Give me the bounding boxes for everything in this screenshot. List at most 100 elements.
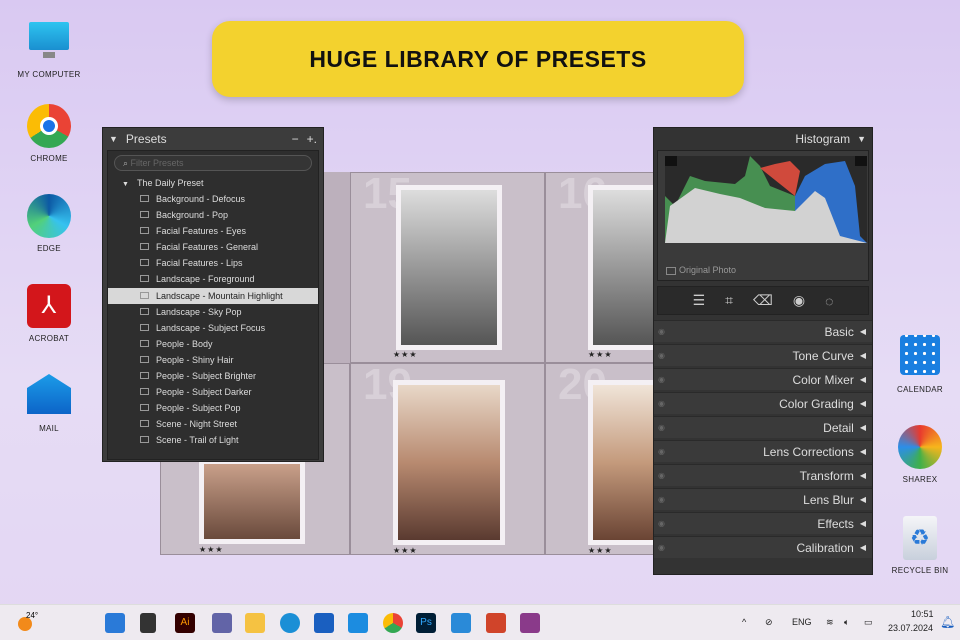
desktop-icon-mail[interactable]: MAIL xyxy=(4,372,94,433)
desktop-icon-chrome[interactable]: CHROME xyxy=(4,104,94,163)
preset-item[interactable]: People - Subject Pop xyxy=(108,400,318,416)
rating-stars[interactable]: ★★★ xyxy=(588,546,613,554)
eye-icon[interactable]: ◉ xyxy=(658,447,665,456)
desktop-icon-recycle-bin[interactable]: ♻ RECYCLE BIN xyxy=(875,516,960,575)
photo-cell[interactable]: 19 ★★★ xyxy=(350,363,545,555)
eye-icon[interactable]: ◉ xyxy=(658,471,665,480)
desktop-icon-sharex[interactable]: SHAREX xyxy=(875,425,960,484)
panel-section[interactable]: ◉ Transform ◀ xyxy=(654,464,872,486)
battery-icon[interactable]: ▭ xyxy=(864,617,873,628)
file-explorer-icon[interactable] xyxy=(245,613,265,633)
preset-item[interactable]: People - Subject Darker xyxy=(108,384,318,400)
weather-widget[interactable]: 24° xyxy=(18,611,42,633)
shadow-clip-toggle[interactable] xyxy=(665,156,677,166)
rating-stars[interactable]: ★★★ xyxy=(199,545,224,554)
collapse-triangle-icon[interactable]: ▼ xyxy=(857,134,866,144)
photo-thumbnail[interactable] xyxy=(393,380,505,545)
rating-stars[interactable]: ★★★ xyxy=(393,546,418,554)
add-preset-button[interactable]: +. xyxy=(307,132,317,146)
preset-item[interactable]: Landscape - Subject Focus xyxy=(108,320,318,336)
preset-item[interactable]: Facial Features - General xyxy=(108,239,318,255)
network-off-icon[interactable]: ⊘ xyxy=(765,617,773,628)
masking-icon[interactable]: ◌ xyxy=(825,293,833,309)
clock-date[interactable]: 23.07.2024 xyxy=(888,623,933,633)
panel-section[interactable]: ◉ Color Grading ◀ xyxy=(654,392,872,414)
photo-thumbnail[interactable] xyxy=(588,380,659,545)
preset-item[interactable]: Landscape - Mountain Highlight xyxy=(108,287,318,304)
photo-cell[interactable]: 16 ★★★ xyxy=(545,172,660,363)
eye-icon[interactable]: ◉ xyxy=(658,423,665,432)
eye-icon[interactable]: ◉ xyxy=(658,327,665,336)
edge-icon[interactable] xyxy=(280,613,300,633)
desktop-icon-acrobat[interactable]: ⅄ ACROBAT xyxy=(4,284,94,343)
eye-icon[interactable]: ◉ xyxy=(658,495,665,504)
original-photo-checkbox[interactable] xyxy=(666,266,676,275)
volume-icon[interactable]: 🔈︎ xyxy=(844,617,849,628)
remove-eraser-icon[interactable]: ⌫ xyxy=(753,292,773,309)
preset-group[interactable]: ▼ The Daily Preset xyxy=(108,175,318,191)
desktop-icon-edge[interactable]: EDGE xyxy=(4,194,94,253)
show-hidden-icons-chevron[interactable]: ^ xyxy=(742,617,746,627)
clock-time[interactable]: 10:51 xyxy=(911,609,934,619)
preset-item[interactable]: People - Body xyxy=(108,336,318,352)
photoshop-icon[interactable]: Ps xyxy=(416,613,436,633)
preset-label: People - Subject Darker xyxy=(156,387,252,398)
photo-thumbnail[interactable] xyxy=(199,459,305,544)
filter-presets-input[interactable]: ⌕ Filter Presets xyxy=(114,155,312,171)
photo-thumbnail[interactable] xyxy=(396,185,502,350)
panel-section[interactable]: ◉ Lens Blur ◀ xyxy=(654,488,872,510)
panel-section[interactable]: ◉ Tone Curve ◀ xyxy=(654,344,872,366)
preset-item[interactable]: People - Shiny Hair xyxy=(108,352,318,368)
remove-preset-button[interactable]: − xyxy=(292,132,299,146)
section-label: Transform xyxy=(799,468,854,483)
illustrator-icon[interactable]: Ai xyxy=(175,613,195,633)
panel-section[interactable]: ◉ Lens Corrections ◀ xyxy=(654,440,872,462)
preset-item[interactable]: Scene - Night Street xyxy=(108,416,318,432)
notification-bell-icon[interactable]: 🔔︎ xyxy=(940,615,955,629)
start-icon[interactable] xyxy=(105,613,125,633)
winrar-icon[interactable] xyxy=(520,613,540,633)
preset-item[interactable]: Background - Defocus xyxy=(108,191,318,207)
panel-section[interactable]: ◉ Color Mixer ◀ xyxy=(654,368,872,390)
eye-icon[interactable]: ◉ xyxy=(658,351,665,360)
rating-stars[interactable]: ★★★ xyxy=(588,350,613,359)
wifi-icon[interactable]: ≋ xyxy=(826,617,834,628)
store-icon[interactable] xyxy=(314,613,334,633)
panel-section[interactable]: ◉ Basic ◀ xyxy=(654,320,872,342)
panel-sections: ◉ Basic ◀ ◉ Tone Curve ◀ ◉ Color Mixer ◀ ◉ Color G… xyxy=(654,320,872,558)
eye-icon[interactable]: ◉ xyxy=(658,375,665,384)
highlight-clip-toggle[interactable] xyxy=(855,156,867,166)
photo-thumbnail[interactable] xyxy=(588,185,659,350)
panel-section[interactable]: ◉ Detail ◀ xyxy=(654,416,872,438)
crop-icon[interactable]: ⌗ xyxy=(725,292,733,309)
photos-icon[interactable] xyxy=(451,613,471,633)
teams-icon[interactable] xyxy=(212,613,232,633)
preset-item[interactable]: Landscape - Foreground xyxy=(108,271,318,287)
preset-item[interactable]: Facial Features - Lips xyxy=(108,255,318,271)
photo-cell[interactable]: 15 ★★★ xyxy=(350,172,545,363)
preset-label: Scene - Night Street xyxy=(156,419,238,430)
chrome-icon[interactable] xyxy=(383,613,403,633)
desktop-icon-my-computer[interactable]: MY COMPUTER xyxy=(4,20,94,79)
preset-item[interactable]: Facial Features - Eyes xyxy=(108,223,318,239)
eye-icon[interactable]: ◉ xyxy=(658,519,665,528)
photo-cell[interactable]: 20 ★★★ xyxy=(545,363,660,555)
rating-stars[interactable]: ★★★ xyxy=(393,350,418,359)
edit-sliders-icon[interactable]: ☰ xyxy=(693,292,706,309)
preset-item[interactable]: Landscape - Sky Pop xyxy=(108,304,318,320)
monitor-icon xyxy=(27,20,71,64)
eye-icon[interactable]: ◉ xyxy=(658,543,665,552)
preset-item[interactable]: People - Subject Brighter xyxy=(108,368,318,384)
panel-section[interactable]: ◉ Calibration ◀ xyxy=(654,536,872,558)
language-indicator[interactable]: ENG xyxy=(792,617,812,627)
panel-section[interactable]: ◉ Effects ◀ xyxy=(654,512,872,534)
eye-icon[interactable]: ◉ xyxy=(658,399,665,408)
task-view-icon[interactable] xyxy=(140,613,156,633)
desktop-icon-calendar[interactable]: CALENDAR xyxy=(875,333,960,394)
red-eye-icon[interactable]: ◉ xyxy=(793,292,805,309)
preset-item[interactable]: Background - Pop xyxy=(108,207,318,223)
collapse-triangle-icon[interactable]: ▼ xyxy=(109,134,118,144)
mail-icon[interactable] xyxy=(348,613,368,633)
preset-item[interactable]: Scene - Trail of Light xyxy=(108,432,318,448)
powerpoint-icon[interactable] xyxy=(486,613,506,633)
